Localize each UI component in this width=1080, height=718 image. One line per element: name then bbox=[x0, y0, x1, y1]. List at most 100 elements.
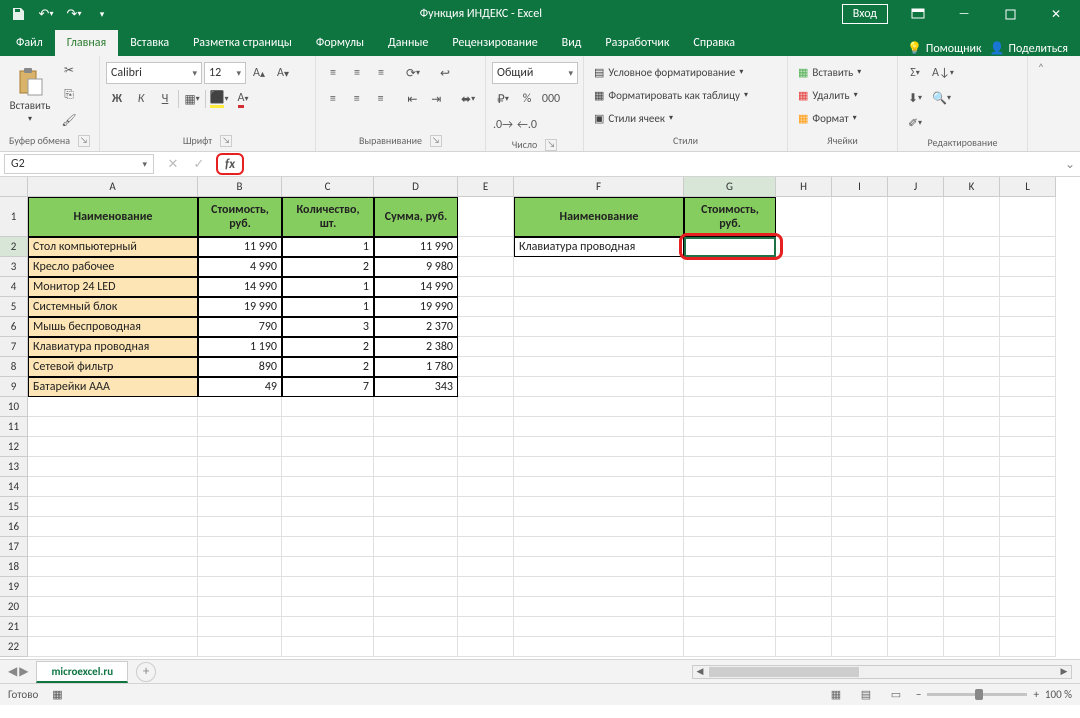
cell-H7[interactable] bbox=[776, 337, 832, 357]
tab-layout[interactable]: Разметка страницы bbox=[181, 30, 304, 56]
align-middle-icon[interactable]: ≡ bbox=[346, 62, 368, 84]
cell-J19[interactable] bbox=[888, 577, 944, 597]
qat-customize[interactable]: ▾ bbox=[90, 3, 114, 25]
cell-I6[interactable] bbox=[832, 317, 888, 337]
merge-button[interactable]: ⬌▾ bbox=[457, 88, 479, 110]
cell-H8[interactable] bbox=[776, 357, 832, 377]
cell-D7[interactable]: 2 380 bbox=[374, 337, 458, 357]
row-header-6[interactable]: 6 bbox=[0, 317, 28, 337]
borders-button[interactable]: ▦▾ bbox=[181, 88, 203, 110]
cell-J3[interactable] bbox=[888, 257, 944, 277]
cell-K3[interactable] bbox=[944, 257, 1000, 277]
tab-help[interactable]: Справка bbox=[681, 30, 747, 56]
increase-decimal-icon[interactable]: .0→ bbox=[492, 114, 514, 136]
row-header-8[interactable]: 8 bbox=[0, 357, 28, 377]
cell-C22[interactable] bbox=[282, 637, 374, 657]
cell-C4[interactable]: 1 bbox=[282, 277, 374, 297]
cell-A12[interactable] bbox=[28, 437, 198, 457]
cell-G16[interactable] bbox=[684, 517, 776, 537]
undo-button[interactable]: ↶▾ bbox=[34, 3, 58, 25]
collapse-ribbon-icon[interactable]: ˄ bbox=[1028, 56, 1054, 151]
tab-file[interactable]: Файл bbox=[4, 30, 55, 56]
cell-B5[interactable]: 19 990 bbox=[198, 297, 282, 317]
cell-C12[interactable] bbox=[282, 437, 374, 457]
cell-L17[interactable] bbox=[1000, 537, 1056, 557]
cell-D1[interactable]: Сумма, руб. bbox=[374, 197, 458, 237]
row-header-3[interactable]: 3 bbox=[0, 257, 28, 277]
cell-E6[interactable] bbox=[458, 317, 514, 337]
cell-F11[interactable] bbox=[514, 417, 684, 437]
cell-K5[interactable] bbox=[944, 297, 1000, 317]
dialog-launcher-icon[interactable]: ↘ bbox=[78, 135, 90, 147]
row-header-1[interactable]: 1 bbox=[0, 197, 28, 237]
cell-C15[interactable] bbox=[282, 497, 374, 517]
cell-E5[interactable] bbox=[458, 297, 514, 317]
cell-L11[interactable] bbox=[1000, 417, 1056, 437]
cell-L22[interactable] bbox=[1000, 637, 1056, 657]
font-name-combo[interactable]: Calibri▾ bbox=[106, 62, 202, 84]
cell-E1[interactable] bbox=[458, 197, 514, 237]
align-center-icon[interactable]: ≡ bbox=[346, 88, 368, 110]
cell-H20[interactable] bbox=[776, 597, 832, 617]
cell-K1[interactable] bbox=[944, 197, 1000, 237]
zoom-slider[interactable] bbox=[927, 693, 1027, 696]
row-header-16[interactable]: 16 bbox=[0, 517, 28, 537]
cell-D21[interactable] bbox=[374, 617, 458, 637]
cell-G17[interactable] bbox=[684, 537, 776, 557]
cell-K21[interactable] bbox=[944, 617, 1000, 637]
cell-L2[interactable] bbox=[1000, 237, 1056, 257]
col-header-I[interactable]: I bbox=[832, 177, 888, 197]
cell-K8[interactable] bbox=[944, 357, 1000, 377]
cell-L9[interactable] bbox=[1000, 377, 1056, 397]
currency-icon[interactable]: ₽▾ bbox=[492, 88, 514, 110]
cell-A20[interactable] bbox=[28, 597, 198, 617]
cell-I17[interactable] bbox=[832, 537, 888, 557]
cell-I15[interactable] bbox=[832, 497, 888, 517]
cell-A10[interactable] bbox=[28, 397, 198, 417]
zoom-level[interactable]: 100 % bbox=[1045, 688, 1072, 701]
cell-B15[interactable] bbox=[198, 497, 282, 517]
cell-D19[interactable] bbox=[374, 577, 458, 597]
cell-D8[interactable]: 1 780 bbox=[374, 357, 458, 377]
cell-D3[interactable]: 9 980 bbox=[374, 257, 458, 277]
tab-developer[interactable]: Разработчик bbox=[593, 30, 681, 56]
cell-G20[interactable] bbox=[684, 597, 776, 617]
decrease-decimal-icon[interactable]: ←.0 bbox=[516, 114, 538, 136]
cell-G3[interactable] bbox=[684, 257, 776, 277]
cell-J5[interactable] bbox=[888, 297, 944, 317]
cell-I2[interactable] bbox=[832, 237, 888, 257]
cell-L7[interactable] bbox=[1000, 337, 1056, 357]
cell-L19[interactable] bbox=[1000, 577, 1056, 597]
cell-J21[interactable] bbox=[888, 617, 944, 637]
save-icon[interactable] bbox=[6, 3, 30, 25]
format-cells-button[interactable]: ▦Формат▾ bbox=[794, 107, 865, 129]
cell-A3[interactable]: Кресло рабочее bbox=[28, 257, 198, 277]
cell-G18[interactable] bbox=[684, 557, 776, 577]
cell-F6[interactable] bbox=[514, 317, 684, 337]
cell-I19[interactable] bbox=[832, 577, 888, 597]
cell-G21[interactable] bbox=[684, 617, 776, 637]
cell-B12[interactable] bbox=[198, 437, 282, 457]
cell-I7[interactable] bbox=[832, 337, 888, 357]
ribbon-display-icon[interactable] bbox=[896, 0, 940, 28]
cell-G11[interactable] bbox=[684, 417, 776, 437]
align-top-icon[interactable]: ≡ bbox=[322, 62, 344, 84]
bold-button[interactable]: Ж bbox=[106, 88, 128, 110]
cell-J6[interactable] bbox=[888, 317, 944, 337]
tab-formulas[interactable]: Формулы bbox=[304, 30, 376, 56]
fill-button[interactable]: ⬇▾ bbox=[904, 87, 926, 109]
cell-A18[interactable] bbox=[28, 557, 198, 577]
cell-F21[interactable] bbox=[514, 617, 684, 637]
row-header-4[interactable]: 4 bbox=[0, 277, 28, 297]
cell-K4[interactable] bbox=[944, 277, 1000, 297]
row-header-22[interactable]: 22 bbox=[0, 637, 28, 657]
cell-J7[interactable] bbox=[888, 337, 944, 357]
cell-I1[interactable] bbox=[832, 197, 888, 237]
insert-cells-button[interactable]: ▦Вставить▾ bbox=[794, 61, 865, 83]
increase-font-icon[interactable]: A▴ bbox=[248, 62, 270, 84]
cell-K11[interactable] bbox=[944, 417, 1000, 437]
cell-G2[interactable] bbox=[684, 237, 776, 257]
cell-A6[interactable]: Мышь беспроводная bbox=[28, 317, 198, 337]
page-break-view-icon[interactable]: ▭ bbox=[886, 687, 906, 703]
redo-button[interactable]: ↷▾ bbox=[62, 3, 86, 25]
